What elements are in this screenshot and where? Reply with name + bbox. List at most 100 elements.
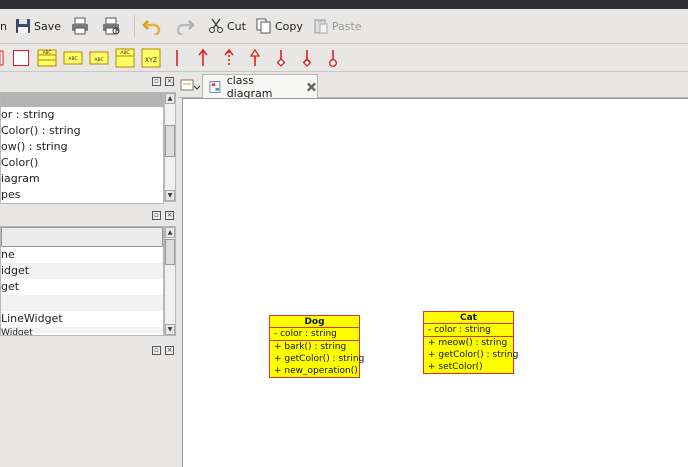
- class-operation: + getColor() : string: [428, 350, 519, 360]
- copy-icon: [256, 18, 271, 34]
- class-attributes: - color : string: [424, 324, 513, 337]
- filled-diamond-down-icon: [302, 49, 312, 67]
- tool-note[interactable]: ABC: [60, 46, 86, 70]
- print-button[interactable]: [68, 13, 95, 39]
- panel1-header-row: [1, 93, 163, 107]
- print-preview-icon: [103, 17, 120, 35]
- panel1-scrollbar[interactable]: ▲ ▼: [164, 92, 176, 202]
- class-icon: ABC: [37, 49, 57, 66]
- scroll-up-arrow[interactable]: ▲: [165, 93, 175, 104]
- class-attributes: - color : string: [270, 328, 359, 341]
- box-icon: [13, 49, 29, 66]
- cut-button[interactable]: Cut: [205, 13, 249, 39]
- tab-label: class diagram: [226, 74, 273, 100]
- paste-icon: [314, 19, 328, 34]
- panel2-scrollbar[interactable]: ▲ ▼: [164, 226, 176, 336]
- tool-generalization[interactable]: [242, 46, 268, 70]
- list-item[interactable]: Color(): [1, 155, 163, 171]
- tool-aggregation[interactable]: [268, 46, 294, 70]
- tool-package[interactable]: ABC: [112, 46, 138, 70]
- panel2-float-icon[interactable]: ▫: [152, 211, 161, 220]
- save-button[interactable]: Save: [12, 13, 64, 39]
- uml-class-cat[interactable]: Cat - color : string + meow() : string +…: [423, 311, 519, 374]
- floppy-disk-icon: [15, 19, 30, 33]
- scroll-thumb[interactable]: [165, 125, 175, 157]
- class-attribute: - color : string: [428, 325, 491, 335]
- print-preview-button[interactable]: [99, 13, 126, 39]
- list-item[interactable]: ow() : string: [1, 139, 163, 155]
- panel3-close-icon[interactable]: ×: [165, 346, 174, 355]
- list-item[interactable]: pes: [1, 187, 163, 201]
- uml-class-dog[interactable]: Dog - color : string + bark() : string +…: [269, 315, 364, 378]
- tool-dependency[interactable]: [216, 46, 242, 70]
- list-item[interactable]: [1, 295, 163, 311]
- line-icon: [176, 49, 178, 66]
- tool-association[interactable]: [190, 46, 216, 70]
- undo-button[interactable]: [139, 13, 168, 39]
- class-attribute: - color : string: [274, 329, 337, 339]
- svg-text:ABC: ABC: [43, 50, 51, 55]
- partial-shape-icon: [0, 50, 4, 65]
- undo-icon: [142, 20, 161, 35]
- diagram-canvas[interactable]: Dog - color : string + bark() : string +…: [182, 98, 688, 467]
- copy-button[interactable]: Copy: [253, 13, 306, 39]
- partial-button-label: n: [0, 19, 7, 33]
- list-item[interactable]: Color() : string: [1, 123, 163, 139]
- partial-toolbar-button[interactable]: n: [0, 13, 10, 39]
- paste-button[interactable]: Paste: [310, 13, 365, 39]
- scroll-up-arrow[interactable]: ▲: [165, 227, 175, 238]
- tool-line[interactable]: [164, 46, 190, 70]
- class-operations: + bark() : string + getColor() : string …: [270, 341, 364, 377]
- cut-label: Cut: [227, 19, 246, 33]
- redo-button[interactable]: [172, 13, 201, 39]
- panel1-header: ▫ ×: [0, 75, 178, 89]
- tool-partial[interactable]: [0, 46, 8, 70]
- scroll-down-arrow[interactable]: ▼: [165, 324, 175, 335]
- diagram-document-icon: [209, 81, 221, 93]
- toolbar-separator: [134, 15, 135, 37]
- tab-class-diagram[interactable]: class diagram: [202, 74, 318, 100]
- tool-class[interactable]: ABC: [34, 46, 60, 70]
- svg-text:ABC: ABC: [68, 56, 77, 62]
- scroll-down-arrow[interactable]: ▼: [165, 190, 175, 201]
- diagram-tools-toolbar: ABC ABC ABC ABC XYZ: [0, 44, 688, 72]
- scroll-thumb[interactable]: [165, 239, 175, 265]
- window-top-bar: [0, 0, 688, 9]
- tool-composition[interactable]: [294, 46, 320, 70]
- list-item[interactable]: or : string: [1, 107, 163, 123]
- list-item[interactable]: iagram: [1, 171, 163, 187]
- package-icon: ABC: [115, 48, 135, 67]
- note-icon: ABC: [63, 51, 83, 64]
- panel2-close-icon[interactable]: ×: [165, 211, 174, 220]
- tool-component[interactable]: ABC: [86, 46, 112, 70]
- close-icon[interactable]: [306, 81, 317, 93]
- panel3-float-icon[interactable]: ▫: [152, 346, 161, 355]
- tool-text[interactable]: XYZ: [138, 46, 164, 70]
- copy-label: Copy: [274, 19, 303, 33]
- text-box-icon: XYZ: [141, 48, 161, 67]
- tool-containment[interactable]: [320, 46, 346, 70]
- arrow-up-icon: [198, 48, 208, 66]
- list-item[interactable]: LineWidget: [1, 311, 163, 327]
- paste-label: Paste: [331, 19, 362, 33]
- list-item[interactable]: ne: [1, 247, 163, 263]
- panel2-list: ne idget get LineWidget Widget: [0, 226, 164, 336]
- component-icon: ABC: [89, 51, 109, 64]
- list-item[interactable]: idget: [1, 263, 163, 279]
- panel2-header: ▫ ×: [0, 209, 178, 223]
- list-item[interactable]: Widget: [1, 327, 163, 335]
- panel2-header-row: [1, 227, 163, 247]
- redo-icon: [176, 20, 195, 35]
- panel1-close-icon[interactable]: ×: [165, 77, 174, 86]
- panel1-float-icon[interactable]: ▫: [152, 77, 161, 86]
- panel3-header: ▫ ×: [0, 344, 178, 358]
- left-dock-area: ▫ × or : string Color() : string ow() : …: [0, 72, 178, 467]
- scissors-icon: [209, 18, 223, 33]
- tool-box[interactable]: [8, 46, 34, 70]
- new-diagram-button[interactable]: [180, 77, 201, 95]
- class-name: Dog: [270, 316, 359, 328]
- hollow-arrow-up-icon: [249, 48, 261, 66]
- diagram-tab-bar: class diagram: [178, 72, 688, 100]
- list-item[interactable]: get: [1, 279, 163, 295]
- printer-icon: [72, 17, 88, 35]
